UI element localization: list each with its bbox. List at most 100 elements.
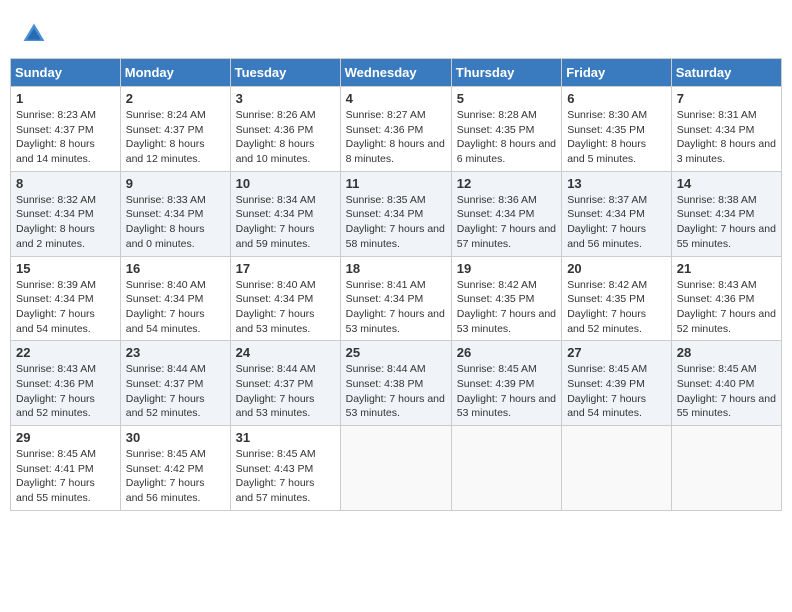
day-number: 8 (16, 176, 115, 191)
calendar-cell: 7 Sunrise: 8:31 AMSunset: 4:34 PMDaylight… (671, 87, 781, 172)
day-number: 26 (457, 345, 556, 360)
calendar-weekday-sunday: Sunday (11, 59, 121, 87)
calendar-weekday-tuesday: Tuesday (230, 59, 340, 87)
calendar-cell: 19 Sunrise: 8:42 AMSunset: 4:35 PMDayligh… (451, 256, 561, 341)
calendar-cell: 1 Sunrise: 8:23 AMSunset: 4:37 PMDaylight… (11, 87, 121, 172)
calendar-cell (451, 426, 561, 511)
calendar-cell: 28 Sunrise: 8:45 AMSunset: 4:40 PMDayligh… (671, 341, 781, 426)
calendar-cell: 5 Sunrise: 8:28 AMSunset: 4:35 PMDaylight… (451, 87, 561, 172)
calendar-weekday-thursday: Thursday (451, 59, 561, 87)
day-number: 23 (126, 345, 225, 360)
day-number: 1 (16, 91, 115, 106)
day-info: Sunrise: 8:41 AMSunset: 4:34 PMDaylight:… (346, 278, 446, 337)
calendar-cell (340, 426, 451, 511)
day-number: 9 (126, 176, 225, 191)
day-info: Sunrise: 8:24 AMSunset: 4:37 PMDaylight:… (126, 108, 225, 167)
day-number: 29 (16, 430, 115, 445)
calendar-week-4: 22 Sunrise: 8:43 AMSunset: 4:36 PMDayligh… (11, 341, 782, 426)
calendar-weekday-saturday: Saturday (671, 59, 781, 87)
calendar-cell: 29 Sunrise: 8:45 AMSunset: 4:41 PMDayligh… (11, 426, 121, 511)
calendar-weekday-wednesday: Wednesday (340, 59, 451, 87)
calendar-week-2: 8Sunrise: 8:32 AMSunset: 4:34 PMDaylight… (11, 171, 782, 256)
day-info: Sunrise: 8:30 AMSunset: 4:35 PMDaylight:… (567, 108, 666, 167)
day-number: 19 (457, 261, 556, 276)
calendar-cell: 3 Sunrise: 8:26 AMSunset: 4:36 PMDaylight… (230, 87, 340, 172)
calendar-cell: 23 Sunrise: 8:44 AMSunset: 4:37 PMDayligh… (120, 341, 230, 426)
day-info: Sunrise: 8:45 AMSunset: 4:40 PMDaylight:… (677, 362, 776, 421)
day-number: 12 (457, 176, 556, 191)
calendar-week-3: 15Sunrise: 8:39 AMSunset: 4:34 PMDayligh… (11, 256, 782, 341)
calendar-cell: 13 Sunrise: 8:37 AMSunset: 4:34 PMDayligh… (562, 171, 672, 256)
day-number: 28 (677, 345, 776, 360)
day-info: Sunrise: 8:31 AMSunset: 4:34 PMDaylight:… (677, 108, 776, 167)
calendar-cell: 31 Sunrise: 8:45 AMSunset: 4:43 PMDayligh… (230, 426, 340, 511)
calendar-cell: 12 Sunrise: 8:36 AMSunset: 4:34 PMDayligh… (451, 171, 561, 256)
day-info: Sunrise: 8:26 AMSunset: 4:36 PMDaylight:… (236, 108, 335, 167)
day-number: 18 (346, 261, 446, 276)
day-info: Sunrise: 8:44 AMSunset: 4:37 PMDaylight:… (126, 362, 225, 421)
day-info: Sunrise: 8:35 AMSunset: 4:34 PMDaylight:… (346, 193, 446, 252)
day-number: 3 (236, 91, 335, 106)
day-number: 30 (126, 430, 225, 445)
day-number: 7 (677, 91, 776, 106)
day-number: 16 (126, 261, 225, 276)
day-number: 27 (567, 345, 666, 360)
day-number: 22 (16, 345, 115, 360)
day-info: Sunrise: 8:42 AMSunset: 4:35 PMDaylight:… (457, 278, 556, 337)
day-info: Sunrise: 8:33 AMSunset: 4:34 PMDaylight:… (126, 193, 225, 252)
calendar-cell: 27 Sunrise: 8:45 AMSunset: 4:39 PMDayligh… (562, 341, 672, 426)
calendar-table: SundayMondayTuesdayWednesdayThursdayFrid… (10, 58, 782, 511)
day-info: Sunrise: 8:40 AMSunset: 4:34 PMDaylight:… (236, 278, 335, 337)
calendar-cell: 14 Sunrise: 8:38 AMSunset: 4:34 PMDayligh… (671, 171, 781, 256)
day-number: 25 (346, 345, 446, 360)
logo-icon (20, 20, 48, 48)
calendar-cell: 24 Sunrise: 8:44 AMSunset: 4:37 PMDayligh… (230, 341, 340, 426)
calendar-cell: 9 Sunrise: 8:33 AMSunset: 4:34 PMDaylight… (120, 171, 230, 256)
day-info: Sunrise: 8:45 AMSunset: 4:42 PMDaylight:… (126, 447, 225, 506)
day-info: Sunrise: 8:37 AMSunset: 4:34 PMDaylight:… (567, 193, 666, 252)
day-info: Sunrise: 8:45 AMSunset: 4:39 PMDaylight:… (457, 362, 556, 421)
calendar-cell: 16Sunrise: 8:40 AMSunset: 4:34 PMDayligh… (120, 256, 230, 341)
calendar-cell: 2 Sunrise: 8:24 AMSunset: 4:37 PMDaylight… (120, 87, 230, 172)
day-info: Sunrise: 8:36 AMSunset: 4:34 PMDaylight:… (457, 193, 556, 252)
day-info: Sunrise: 8:45 AMSunset: 4:43 PMDaylight:… (236, 447, 335, 506)
day-info: Sunrise: 8:28 AMSunset: 4:35 PMDaylight:… (457, 108, 556, 167)
day-info: Sunrise: 8:44 AMSunset: 4:38 PMDaylight:… (346, 362, 446, 421)
calendar-cell (562, 426, 672, 511)
day-info: Sunrise: 8:45 AMSunset: 4:39 PMDaylight:… (567, 362, 666, 421)
calendar-cell: 6 Sunrise: 8:30 AMSunset: 4:35 PMDaylight… (562, 87, 672, 172)
calendar-weekday-monday: Monday (120, 59, 230, 87)
calendar-cell: 25 Sunrise: 8:44 AMSunset: 4:38 PMDayligh… (340, 341, 451, 426)
day-number: 6 (567, 91, 666, 106)
day-info: Sunrise: 8:38 AMSunset: 4:34 PMDaylight:… (677, 193, 776, 252)
day-number: 15 (16, 261, 115, 276)
calendar-week-5: 29 Sunrise: 8:45 AMSunset: 4:41 PMDayligh… (11, 426, 782, 511)
calendar-cell: 30 Sunrise: 8:45 AMSunset: 4:42 PMDayligh… (120, 426, 230, 511)
day-number: 11 (346, 176, 446, 191)
header (10, 10, 782, 53)
calendar-cell: 26 Sunrise: 8:45 AMSunset: 4:39 PMDayligh… (451, 341, 561, 426)
calendar-cell: 22 Sunrise: 8:43 AMSunset: 4:36 PMDayligh… (11, 341, 121, 426)
logo (20, 20, 50, 48)
calendar-cell: 20Sunrise: 8:42 AMSunset: 4:35 PMDayligh… (562, 256, 672, 341)
day-number: 31 (236, 430, 335, 445)
day-number: 24 (236, 345, 335, 360)
day-info: Sunrise: 8:27 AMSunset: 4:36 PMDaylight:… (346, 108, 446, 167)
day-info: Sunrise: 8:43 AMSunset: 4:36 PMDaylight:… (16, 362, 115, 421)
calendar-header-row: SundayMondayTuesdayWednesdayThursdayFrid… (11, 59, 782, 87)
calendar-cell: 11 Sunrise: 8:35 AMSunset: 4:34 PMDayligh… (340, 171, 451, 256)
day-number: 4 (346, 91, 446, 106)
day-info: Sunrise: 8:45 AMSunset: 4:41 PMDaylight:… (16, 447, 115, 506)
day-info: Sunrise: 8:23 AMSunset: 4:37 PMDaylight:… (16, 108, 115, 167)
day-number: 13 (567, 176, 666, 191)
day-number: 20 (567, 261, 666, 276)
day-info: Sunrise: 8:44 AMSunset: 4:37 PMDaylight:… (236, 362, 335, 421)
day-number: 17 (236, 261, 335, 276)
day-number: 14 (677, 176, 776, 191)
day-number: 5 (457, 91, 556, 106)
calendar-cell: 8Sunrise: 8:32 AMSunset: 4:34 PMDaylight… (11, 171, 121, 256)
day-number: 2 (126, 91, 225, 106)
calendar-week-1: 1 Sunrise: 8:23 AMSunset: 4:37 PMDaylight… (11, 87, 782, 172)
day-info: Sunrise: 8:34 AMSunset: 4:34 PMDaylight:… (236, 193, 335, 252)
calendar-cell: 15Sunrise: 8:39 AMSunset: 4:34 PMDayligh… (11, 256, 121, 341)
